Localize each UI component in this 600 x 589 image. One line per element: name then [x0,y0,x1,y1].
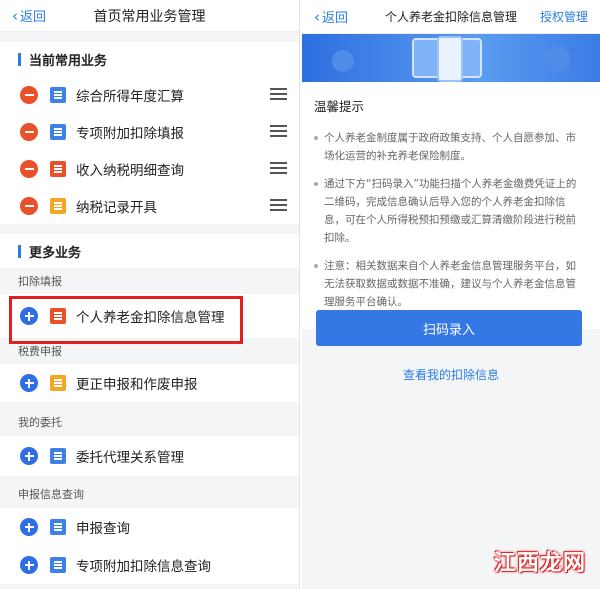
banner-illustration [302,34,600,82]
bullet-icon [314,182,318,186]
category-label: 申报信息查询 [0,476,299,508]
back-label: 返回 [20,10,47,25]
add-icon[interactable] [20,518,38,536]
item-label: 专项附加扣除填报 [76,125,184,142]
section-marker [18,52,21,66]
home-business-manage-panel: ‹ 返回 首页常用业务管理 当前常用业务 综合所得年度汇算 专项附加扣除填报 收… [0,0,300,589]
item-label: 更正申报和作废申报 [76,377,198,393]
remove-icon[interactable] [20,196,38,215]
watermark: 江西龙网 [493,551,586,576]
list-item: 纳税记录开具 [0,187,299,224]
remove-icon[interactable] [20,159,38,178]
drag-handle-icon[interactable] [270,125,287,137]
tip-text: 注意：相关数据来自个人养老金信息管理服务平台，如无法获取数据或数据不准确，建议与… [324,260,576,308]
bullet-icon [314,264,318,268]
tips-box: 温馨提示 个人养老金制度属于政府政策支持、个人自愿参加、市场化运营的补充养老保险… [302,82,600,329]
item-label: 申报查询 [76,521,130,537]
doc-query-icon [50,519,66,535]
remove-icon[interactable] [20,122,38,141]
user-icon [544,46,570,72]
back-button[interactable]: ‹ 返回 [302,7,349,27]
item-label: 综合所得年度汇算 [76,88,184,105]
chevron-left-icon: ‹ [12,6,18,25]
check-doc-icon [50,557,66,573]
tip-item: 注意：相关数据来自个人养老金信息管理服务平台，如无法获取数据或数据不准确，建议与… [314,257,586,311]
remove-icon[interactable] [20,85,38,104]
chevron-left-icon: ‹ [314,7,320,26]
add-icon[interactable] [20,374,38,392]
list-item[interactable]: 更正申报和作废申报 [0,364,299,402]
tip-item: 通过下方“扫码录入”功能扫描个人养老金缴费凭证上的二维码，完成信息确认后导入您的… [314,175,586,247]
tip-text: 通过下方“扫码录入”功能扫描个人养老金缴费凭证上的二维码，完成信息确认后导入您的… [324,178,577,244]
list-item: 收入纳税明细查询 [0,150,299,187]
back-label: 返回 [322,11,349,26]
drag-handle-icon[interactable] [270,199,287,211]
tip-text: 个人养老金制度属于政府政策支持、个人自愿参加、市场化运营的补充养老保险制度。 [324,132,576,162]
screenshot: ‹ 返回 首页常用业务管理 当前常用业务 综合所得年度汇算 专项附加扣除填报 收… [0,0,600,589]
tips-title: 温馨提示 [314,99,365,114]
section-header: 当前常用业务 [0,42,299,76]
category-label: 扣除填报 [0,268,299,294]
pension-deduction-panel: ‹ 返回 个人养老金扣除信息管理 授权管理 温馨提示 个人养老金制度属于政府政策… [302,0,600,589]
section-marker [18,244,21,258]
grid-icon [50,86,66,103]
decor-circle [332,50,354,72]
add-icon[interactable] [20,447,38,465]
item-label: 专项附加扣除信息查询 [76,559,211,575]
category-label: 我的委托 [0,402,299,436]
drag-handle-icon[interactable] [270,162,287,174]
view-my-deduction-link[interactable]: 查看我的扣除信息 [302,366,600,383]
tip-item: 个人养老金制度属于政府政策支持、个人自愿参加、市场化运营的补充养老保险制度。 [314,129,586,165]
list-item[interactable]: 专项附加扣除信息查询 [0,546,299,584]
back-button[interactable]: ‹ 返回 [0,6,47,26]
highlight-box [9,296,243,344]
record-icon [50,197,66,214]
section-title: 当前常用业务 [29,53,108,69]
section-header: 更多业务 [0,234,299,268]
item-label: 纳税记录开具 [76,199,157,216]
item-label: 收入纳税明细查询 [76,162,184,179]
add-icon[interactable] [20,556,38,574]
list-item[interactable]: 委托代理关系管理 [0,436,299,476]
item-label: 委托代理关系管理 [76,450,184,466]
drag-handle-icon[interactable] [270,88,287,100]
agency-icon [50,448,66,464]
authorization-manage-link[interactable]: 授权管理 [540,8,588,25]
list-item: 综合所得年度汇算 [0,76,299,113]
shield-icon [50,160,66,177]
right-nav-bar: ‹ 返回 个人养老金扣除信息管理 授权管理 [302,0,600,34]
doc-correct-icon [50,375,66,391]
scan-entry-button[interactable]: 扫码录入 [316,310,582,346]
bullet-icon [314,136,318,140]
left-nav-bar: ‹ 返回 首页常用业务管理 [0,0,299,32]
section-title: 更多业务 [29,245,82,261]
list-item: 专项附加扣除填报 [0,113,299,150]
more-business-section: 更多业务 扣除填报 个人养老金扣除信息管理 税费申报 更正申报和作废申报 我的委… [0,234,299,584]
phone-illustration [437,36,463,82]
doc-edit-icon [50,123,66,140]
list-item[interactable]: 申报查询 [0,508,299,546]
current-business-section: 当前常用业务 综合所得年度汇算 专项附加扣除填报 收入纳税明细查询 纳税记录开具 [0,42,299,224]
